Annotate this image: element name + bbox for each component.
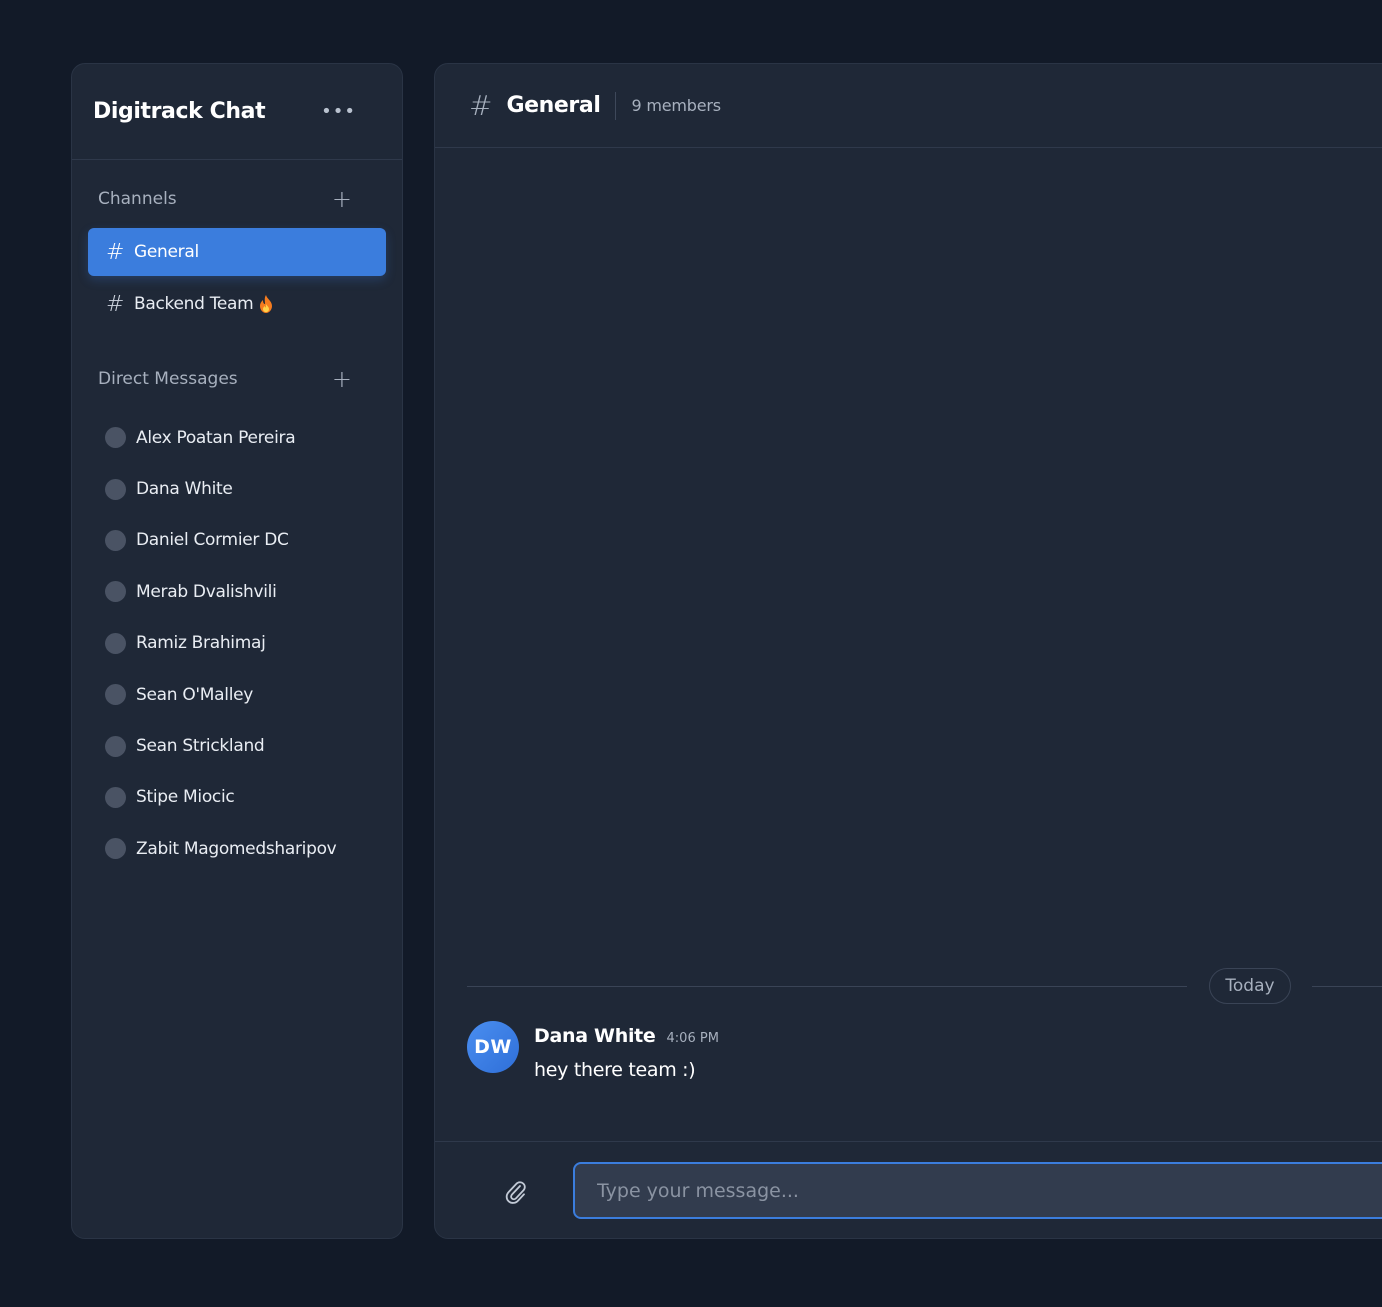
dm-item[interactable]: Dana White: [88, 463, 386, 514]
dm-list: Alex Poatan Pereira Dana White Daniel Co…: [72, 412, 402, 875]
avatar[interactable]: DW: [467, 1021, 519, 1073]
fire-icon: [260, 295, 273, 313]
message-author[interactable]: Dana White: [534, 1025, 656, 1047]
dm-item[interactable]: Stipe Miocic: [88, 772, 386, 823]
dm-label: Daniel Cormier DC: [136, 530, 289, 551]
header-divider: [615, 91, 617, 120]
message-timestamp: 4:06 PM: [666, 1031, 719, 1046]
add-dm-icon[interactable]: +: [332, 367, 352, 391]
dm-label: Zabit Magomedsharipov: [136, 838, 337, 859]
status-dot: [105, 632, 126, 654]
dm-item[interactable]: Sean O'Malley: [88, 669, 386, 720]
channel-item-general[interactable]: # General: [88, 228, 386, 276]
dm-label: Merab Dvalishvili: [136, 581, 277, 602]
status-dot: [105, 529, 126, 551]
channel-item-backend-team[interactable]: # Backend Team: [88, 280, 386, 328]
hash-icon: #: [469, 89, 493, 122]
dm-item[interactable]: Zabit Magomedsharipov: [88, 823, 386, 874]
chat-app: Digitrack Chat ••• Channels + # General …: [0, 0, 1382, 1307]
hash-icon: #: [106, 239, 125, 265]
workspace-title: Digitrack Chat: [93, 99, 266, 124]
dm-label: Dana White: [136, 479, 233, 500]
sidebar-header: Digitrack Chat •••: [72, 64, 402, 160]
divider-line: [467, 986, 1187, 987]
status-dot: [105, 581, 126, 603]
divider-line: [1312, 986, 1382, 987]
status-dot: [105, 478, 126, 500]
status-dot: [105, 735, 126, 757]
message-composer: [435, 1141, 1382, 1238]
channel-header: # General 9 members: [435, 64, 1382, 148]
dms-section-title: Direct Messages: [98, 369, 238, 389]
dms-section-header: Direct Messages +: [72, 364, 402, 394]
dm-item[interactable]: Daniel Cormier DC: [88, 515, 386, 566]
channel-label: General: [134, 242, 199, 262]
message-input[interactable]: [573, 1162, 1382, 1219]
message: DW Dana White 4:06 PM hey there team :): [467, 1021, 719, 1081]
chat-panel: # General 9 members Today DW Dana White …: [434, 63, 1382, 1239]
message-meta: Dana White 4:06 PM: [534, 1025, 719, 1047]
channel-list: # General # Backend Team: [72, 228, 402, 328]
hash-icon: #: [106, 291, 125, 317]
channels-section-title: Channels: [98, 189, 177, 209]
member-count[interactable]: 9 members: [631, 96, 721, 115]
dm-label: Sean Strickland: [136, 736, 265, 757]
dm-label: Alex Poatan Pereira: [136, 427, 296, 448]
status-dot: [105, 786, 126, 808]
dm-item[interactable]: Sean Strickland: [88, 720, 386, 771]
dm-label: Sean O'Malley: [136, 684, 254, 705]
message-body: Dana White 4:06 PM hey there team :): [534, 1021, 719, 1081]
dm-item[interactable]: Merab Dvalishvili: [88, 566, 386, 617]
sidebar: Digitrack Chat ••• Channels + # General …: [71, 63, 403, 1239]
dm-item[interactable]: Alex Poatan Pereira: [88, 412, 386, 463]
message-text: hey there team :): [534, 1059, 696, 1081]
add-channel-icon[interactable]: +: [332, 187, 352, 211]
dm-label: Ramiz Brahimaj: [136, 633, 266, 654]
date-separator: Today: [467, 968, 1382, 1004]
channel-label: Backend Team: [134, 294, 254, 314]
channels-section-header: Channels +: [72, 184, 402, 214]
status-dot: [105, 684, 126, 706]
channel-title: General: [506, 93, 601, 118]
status-dot: [105, 838, 126, 860]
paperclip-icon[interactable]: [503, 1178, 527, 1204]
dm-item[interactable]: Ramiz Brahimaj: [88, 618, 386, 669]
dm-label: Stipe Miocic: [136, 787, 235, 808]
date-pill: Today: [1209, 968, 1291, 1004]
more-horizontal-icon[interactable]: •••: [321, 101, 356, 122]
status-dot: [105, 427, 126, 449]
